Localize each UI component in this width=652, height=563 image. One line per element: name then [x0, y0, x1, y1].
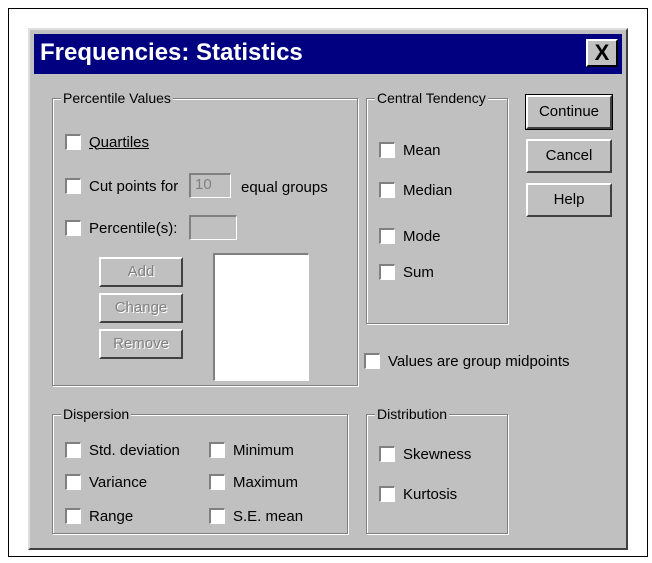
close-icon: X: [594, 40, 610, 65]
mean-checkbox[interactable]: Mean: [379, 139, 441, 161]
checkbox-box: [379, 142, 395, 158]
checkbox-box: [364, 353, 380, 369]
group-midpoints-label: Values are group midpoints: [388, 352, 570, 370]
title-bar[interactable]: Frequencies: Statistics X: [34, 34, 622, 74]
mode-label: Mode: [403, 227, 441, 245]
distribution-group: Distribution Skewness Kurtosis: [366, 405, 508, 534]
cut-points-input[interactable]: 10: [189, 173, 231, 198]
variance-label: Variance: [89, 473, 148, 491]
skewness-label: Skewness: [403, 445, 472, 463]
std-deviation-checkbox[interactable]: Std. deviation: [65, 439, 180, 461]
maximum-checkbox[interactable]: Maximum: [209, 471, 298, 493]
checkbox-box: [65, 134, 81, 150]
checkbox-box: [65, 474, 81, 490]
sum-label: Sum: [403, 263, 434, 281]
group-midpoints-checkbox[interactable]: Values are group midpoints: [364, 350, 570, 372]
dispersion-group: Dispersion Std. deviation Variance Range…: [52, 405, 348, 534]
remove-button[interactable]: Remove: [99, 329, 183, 359]
help-button[interactable]: Help: [526, 183, 612, 217]
checkbox-box: [65, 220, 81, 236]
minimum-label: Minimum: [233, 441, 294, 459]
se-mean-label: S.E. mean: [233, 507, 304, 525]
distribution-title: Distribution: [375, 405, 450, 423]
sum-checkbox[interactable]: Sum: [379, 261, 434, 283]
percentiles-label: Percentile(s):: [89, 219, 178, 237]
range-label: Range: [89, 507, 134, 525]
percentiles-list[interactable]: [213, 253, 309, 381]
quartiles-label: Quartiles: [89, 133, 150, 151]
variance-checkbox[interactable]: Variance: [65, 471, 147, 493]
frequencies-statistics-dialog: Frequencies: Statistics X Percentile Val…: [28, 28, 628, 550]
mean-label: Mean: [403, 141, 441, 159]
se-mean-checkbox[interactable]: S.E. mean: [209, 505, 303, 527]
skewness-checkbox[interactable]: Skewness: [379, 443, 471, 465]
checkbox-box: [65, 442, 81, 458]
checkbox-box: [379, 446, 395, 462]
checkbox-box: [379, 228, 395, 244]
kurtosis-label: Kurtosis: [403, 485, 458, 503]
percentile-values-title: Percentile Values: [61, 89, 173, 107]
kurtosis-checkbox[interactable]: Kurtosis: [379, 483, 457, 505]
central-tendency-group: Central Tendency Mean Median Mode Sum: [366, 89, 508, 324]
median-label: Median: [403, 181, 453, 199]
close-button[interactable]: X: [586, 39, 618, 67]
quartiles-checkbox[interactable]: Quartiles: [65, 131, 149, 153]
add-button[interactable]: Add: [99, 257, 183, 287]
dispersion-title: Dispersion: [61, 405, 132, 423]
checkbox-box: [209, 442, 225, 458]
central-tendency-title: Central Tendency: [375, 89, 488, 107]
continue-button[interactable]: Continue: [525, 94, 613, 130]
percentiles-checkbox[interactable]: Percentile(s):: [65, 217, 177, 239]
percentiles-input[interactable]: [189, 215, 237, 240]
checkbox-box: [379, 182, 395, 198]
dialog-title: Frequencies: Statistics: [40, 39, 303, 66]
checkbox-box: [379, 264, 395, 280]
range-checkbox[interactable]: Range: [65, 505, 133, 527]
maximum-label: Maximum: [233, 473, 299, 491]
std-deviation-label: Std. deviation: [89, 441, 180, 459]
checkbox-box: [209, 508, 225, 524]
cut-points-checkbox[interactable]: Cut points for: [65, 175, 178, 197]
mode-checkbox[interactable]: Mode: [379, 225, 441, 247]
equal-groups-label: equal groups: [241, 178, 328, 196]
cut-points-label: Cut points for: [89, 177, 179, 195]
median-checkbox[interactable]: Median: [379, 179, 452, 201]
checkbox-box: [209, 474, 225, 490]
percentile-values-group: Percentile Values Quartiles Cut points f…: [52, 89, 358, 386]
change-button[interactable]: Change: [99, 293, 183, 323]
checkbox-box: [379, 486, 395, 502]
checkbox-box: [65, 178, 81, 194]
cancel-button[interactable]: Cancel: [526, 139, 612, 173]
minimum-checkbox[interactable]: Minimum: [209, 439, 294, 461]
checkbox-box: [65, 508, 81, 524]
